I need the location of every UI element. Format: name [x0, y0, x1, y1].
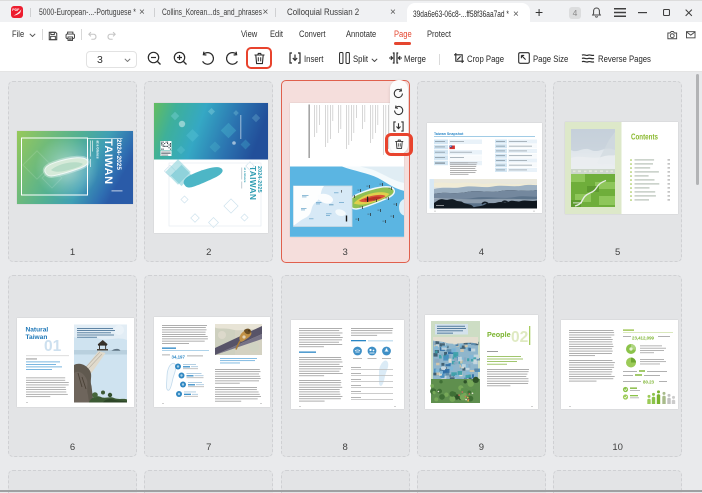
- svg-text:People: People: [487, 330, 511, 339]
- svg-text:TAIWAN: TAIWAN: [102, 139, 114, 185]
- svg-text:23,412,099: 23,412,099: [632, 335, 655, 340]
- svg-text:PDF: PDF: [12, 8, 20, 12]
- svg-text:Natural: Natural: [25, 326, 48, 333]
- svg-text:34,197: 34,197: [172, 354, 186, 359]
- svg-text:01: 01: [44, 338, 62, 355]
- svg-text:TAIWAN: TAIWAN: [247, 166, 257, 200]
- svg-text:at a Glance: at a Glance: [95, 140, 99, 158]
- svg-text:2024-2025: 2024-2025: [115, 139, 122, 170]
- svg-text:Taiwan Snapshot: Taiwan Snapshot: [434, 132, 464, 136]
- svg-text:Contents: Contents: [631, 133, 658, 142]
- svg-text:at a Glance: at a Glance: [243, 168, 247, 183]
- svg-text:02: 02: [511, 329, 528, 346]
- svg-text:80.23: 80.23: [643, 379, 655, 384]
